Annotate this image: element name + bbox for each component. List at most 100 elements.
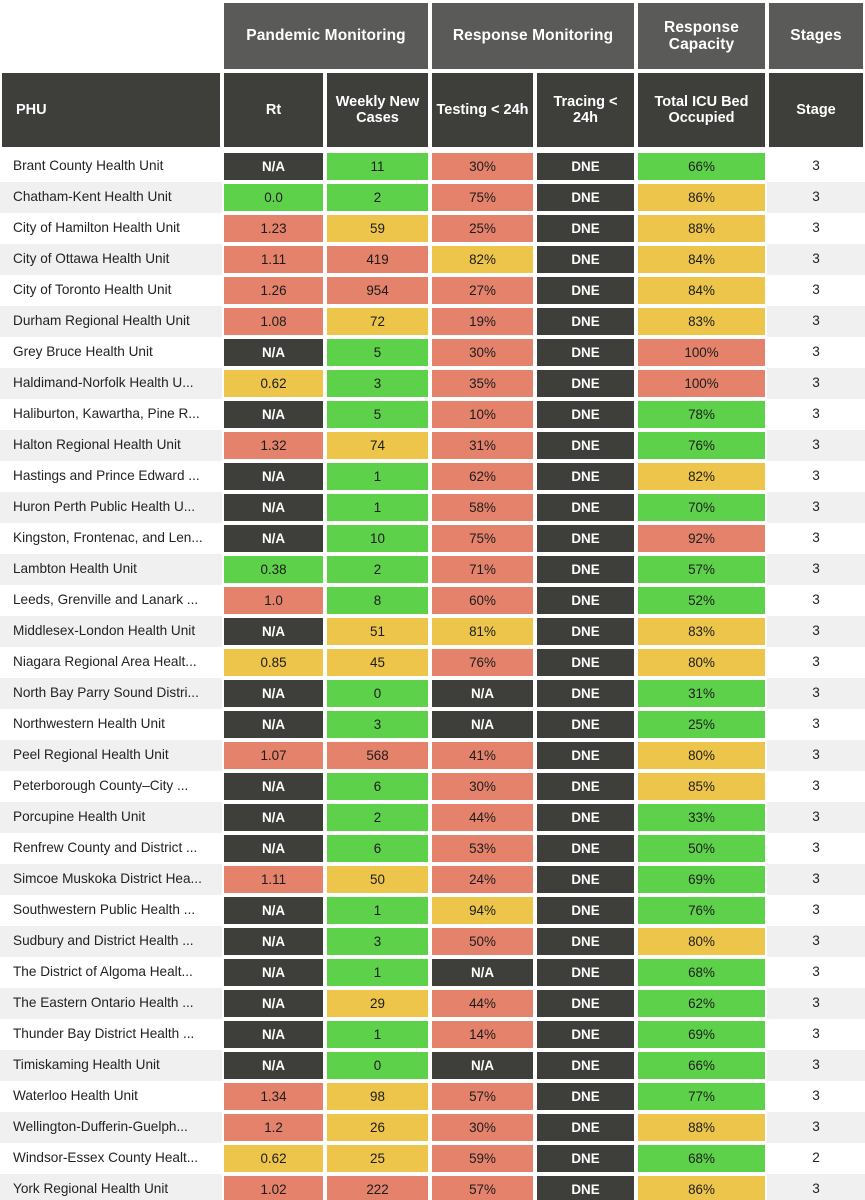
table-row[interactable]: Northwestern Health Unit N/A 3 N/A DNE 25% 3 [0,709,865,740]
table-row[interactable]: City of Ottawa Health Unit 1.11 419 82% DNE 8… [0,244,865,275]
stage-cell: 3 [767,399,865,430]
table-row[interactable]: Grey Bruce Health Unit N/A 5 30% DNE 100% 3 [0,337,865,368]
table-row[interactable]: Thunder Bay District Health ... N/A 1 14% DN… [0,1019,865,1050]
stage-cell: 3 [767,1174,865,1200]
total-icu-bed-occupied-value-cell: 25% [636,709,767,740]
tracing-value: DNE [537,215,634,242]
table-row[interactable]: Peel Regional Health Unit 1.07 568 41% DNE 80… [0,740,865,771]
table-row[interactable]: Renfrew County and District ... N/A 6 53% DN… [0,833,865,864]
phu-name: City of Toronto Health Unit [13,282,172,298]
rt-value: N/A [224,711,323,738]
total-icu-bed-occupied-value: 80% [638,649,765,676]
table-row[interactable]: City of Hamilton Health Unit 1.23 59 25% DNE… [0,213,865,244]
phu-name: Southwestern Public Health ... [13,902,196,918]
weekly-new-cases-value-cell: 6 [325,833,430,864]
table-row[interactable]: Leeds, Grenville and Lanark ... 1.0 8 60% DN… [0,585,865,616]
table-row[interactable]: City of Toronto Health Unit 1.26 954 27% DNE… [0,275,865,306]
table-row[interactable]: Sudbury and District Health ... N/A 3 50% DN… [0,926,865,957]
table-row[interactable]: Lambton Health Unit 0.38 2 71% DNE 57% 3 [0,554,865,585]
testing-value: 35% [432,370,533,397]
testing-value: N/A [432,711,533,738]
rt-value: N/A [224,1052,323,1079]
table-row[interactable]: Brant County Health Unit N/A 11 30% DNE 66% 3 [0,151,865,182]
table-row[interactable]: Haliburton, Kawartha, Pine R... N/A 5 10% DN… [0,399,865,430]
table-row[interactable]: Southwestern Public Health ... N/A 1 94% DNE… [0,895,865,926]
table-row[interactable]: Waterloo Health Unit 1.34 98 57% DNE 77% 3 [0,1081,865,1112]
testing-value: 62% [432,463,533,490]
rt-value: N/A [224,339,323,366]
table-row[interactable]: Middlesex-London Health Unit N/A 51 81% DNE 8… [0,616,865,647]
table-row[interactable]: Halton Regional Health Unit 1.32 74 31% DNE 7… [0,430,865,461]
phu-cell: Renfrew County and District ... [0,833,222,864]
table-row[interactable]: Kingston, Frontenac, and Len... N/A 10 75% D… [0,523,865,554]
rt-value-cell: 1.08 [222,306,325,337]
tracing-value-cell: DNE [535,430,636,461]
phu-name: The District of Algoma Healt... [13,964,193,980]
testing-value-cell: N/A [430,709,535,740]
table-row[interactable]: Chatham-Kent Health Unit 0.0 2 75% DNE 86% 3 [0,182,865,213]
table-row[interactable]: The Eastern Ontario Health ... N/A 29 44% DN… [0,988,865,1019]
table-row[interactable]: Huron Perth Public Health U... N/A 1 58% DNE… [0,492,865,523]
stage-cell: 3 [767,895,865,926]
table-row[interactable]: Timiskaming Health Unit N/A 0 N/A DNE 66% 3 [0,1050,865,1081]
total-icu-bed-occupied-value-cell: 86% [636,1174,767,1200]
stage-value: 3 [812,840,820,856]
weekly-new-cases-value-cell: 6 [325,771,430,802]
phu-cell: Leeds, Grenville and Lanark ... [0,585,222,616]
table-row[interactable]: Niagara Regional Area Healt... 0.85 45 76% D… [0,647,865,678]
weekly-new-cases-value-cell: 29 [325,988,430,1019]
tracing-value: DNE [537,618,634,645]
total-icu-bed-occupied-value: 88% [638,1114,765,1141]
phu-cell: Haldimand-Norfolk Health U... [0,368,222,399]
stage-value: 3 [812,1119,820,1135]
weekly-new-cases-value: 8 [327,587,428,614]
column-header-tracing[interactable]: Tracing < 24h [535,73,636,151]
weekly-new-cases-value-cell: 8 [325,585,430,616]
rt-value-cell: N/A [222,337,325,368]
rt-value-cell: 0.38 [222,554,325,585]
testing-value-cell: 10% [430,399,535,430]
weekly-new-cases-value-cell: 1 [325,895,430,926]
table-row[interactable]: Haldimand-Norfolk Health U... 0.62 3 35% DNE… [0,368,865,399]
total-icu-bed-occupied-value-cell: 83% [636,616,767,647]
weekly-new-cases-value: 0 [327,1052,428,1079]
rt-value-cell: N/A [222,771,325,802]
phu-name: Halton Regional Health Unit [13,437,181,453]
phu-name: Huron Perth Public Health U... [13,499,196,515]
column-header-phu[interactable]: PHU [0,73,222,151]
column-header-stage[interactable]: Stage [767,73,865,151]
phu-cell: Durham Regional Health Unit [0,306,222,337]
testing-value-cell: 27% [430,275,535,306]
tracing-value-cell: DNE [535,616,636,647]
table-row[interactable]: Durham Regional Health Unit 1.08 72 19% DNE 8… [0,306,865,337]
table-row[interactable]: The District of Algoma Healt... N/A 1 N/A DN… [0,957,865,988]
rt-value: N/A [224,835,323,862]
column-header-total-icu-bed-occupied[interactable]: Total ICU Bed Occupied [636,73,767,151]
weekly-new-cases-value: 2 [327,556,428,583]
testing-value-cell: 25% [430,213,535,244]
table-row[interactable]: Porcupine Health Unit N/A 2 44% DNE 33% 3 [0,802,865,833]
tracing-value-cell: DNE [535,461,636,492]
table-row[interactable]: Wellington-Dufferin-Guelph... 1.2 26 30% DNE… [0,1112,865,1143]
stage-cell: 3 [767,1050,865,1081]
weekly-new-cases-value: 72 [327,308,428,335]
testing-value: 76% [432,649,533,676]
table-row[interactable]: York Regional Health Unit 1.02 222 57% DNE 86… [0,1174,865,1200]
table-row[interactable]: Windsor-Essex County Healt... 0.62 25 59% DN… [0,1143,865,1174]
testing-value: 30% [432,773,533,800]
weekly-new-cases-value-cell: 51 [325,616,430,647]
column-header-testing[interactable]: Testing < 24h [430,73,535,151]
table-row[interactable]: Hastings and Prince Edward ... N/A 1 62% DNE… [0,461,865,492]
phu-cell: Chatham-Kent Health Unit [0,182,222,213]
column-header-weekly-new-cases[interactable]: Weekly New Cases [325,73,430,151]
tracing-value-cell: DNE [535,182,636,213]
stage-cell: 3 [767,1112,865,1143]
table-row[interactable]: North Bay Parry Sound Distri... N/A 0 N/A DN… [0,678,865,709]
table-row[interactable]: Peterborough County–City ... N/A 6 30% DNE 85… [0,771,865,802]
table-row[interactable]: Simcoe Muskoka District Hea... 1.11 50 24% D… [0,864,865,895]
weekly-new-cases-value-cell: 98 [325,1081,430,1112]
column-header-rt[interactable]: Rt [222,73,325,151]
weekly-new-cases-value: 419 [327,246,428,273]
stage-cell: 3 [767,275,865,306]
testing-value-cell: 62% [430,461,535,492]
